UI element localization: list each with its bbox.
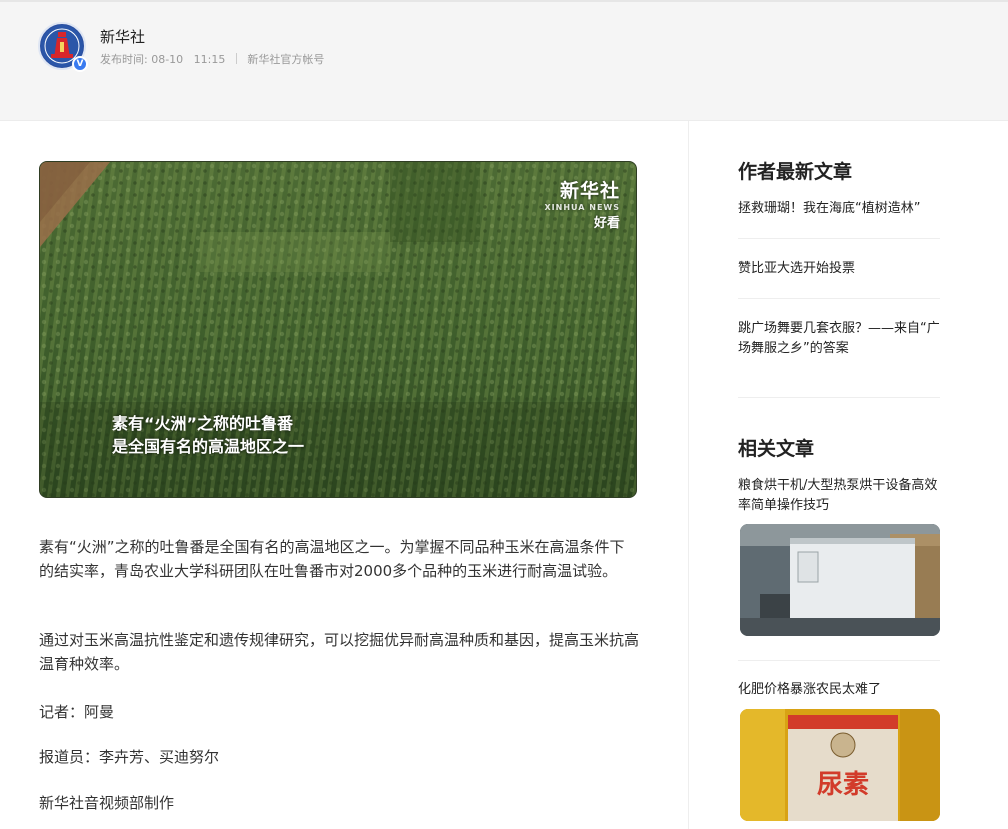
- latest-article-link[interactable]: 拯救珊瑚！我在海底“植树造林”: [738, 199, 940, 219]
- bag-label: 尿素: [817, 770, 869, 800]
- divider: [738, 397, 940, 398]
- author-header: V 新华社 发布时间: 08-10 11:15 新华社官方帐号: [0, 0, 1008, 121]
- divider: [738, 660, 940, 661]
- account-label: 新华社官方帐号: [247, 53, 325, 66]
- publish-time: 11:15: [193, 53, 226, 66]
- article-paragraph: 素有“火洲”之称的吐鲁番是全国有名的高温地区之一。为掌握不同品种玉米在高温条件下…: [39, 538, 625, 580]
- column-divider: [688, 121, 689, 829]
- related-article-thumbnail[interactable]: 尿素: [740, 709, 940, 821]
- divider: [738, 238, 940, 239]
- meta-divider: [235, 53, 237, 64]
- related-article-link[interactable]: 化肥价格暴涨农民太难了: [738, 680, 940, 700]
- dryer-machine-image: [740, 524, 940, 636]
- watermark-sub: XINHUA NEWS: [544, 203, 620, 212]
- xinhua-watermark: 新华社 XINHUA NEWS 好看: [544, 176, 620, 231]
- correspondent-credit: 报道员：李卉芳、买迪努尔: [39, 748, 220, 766]
- caption-line-1: 素有“火洲”之称的吐鲁番: [112, 414, 294, 433]
- latest-article-link[interactable]: 跳广场舞要几套衣服？——来自“广场舞服之乡”的答案: [738, 319, 940, 359]
- divider: [738, 298, 940, 299]
- watermark-tag: 好看: [593, 216, 620, 231]
- post-meta: 发布时间: 08-10 11:15 新华社官方帐号: [100, 51, 324, 67]
- publish-date: 发布时间: 08-10: [100, 53, 184, 66]
- reporter-credit: 记者：阿曼: [39, 703, 115, 721]
- latest-articles-heading: 作者最新文章: [738, 161, 853, 183]
- caption-line-2: 是全国有名的高温地区之一: [112, 437, 305, 456]
- related-article-link[interactable]: 粮食烘干机/大型热泵烘干设备高效率简单操作技巧: [738, 476, 940, 516]
- verified-badge-icon: V: [72, 56, 88, 72]
- related-articles-heading: 相关文章: [738, 438, 815, 460]
- article-video-frame[interactable]: 新华社 XINHUA NEWS 好看 素有“火洲”之称的吐鲁番 是全国有名的高温…: [39, 161, 637, 498]
- related-article-thumbnail[interactable]: [740, 524, 940, 636]
- author-name[interactable]: 新华社: [100, 26, 145, 47]
- watermark-main: 新华社: [559, 180, 620, 202]
- video-caption: 素有“火洲”之称的吐鲁番 是全国有名的高温地区之一: [112, 412, 304, 458]
- latest-article-link[interactable]: 赞比亚大选开始投票: [738, 259, 940, 279]
- article-paragraph: 通过对玉米高温抗性鉴定和遗传规律研究，可以挖掘优异耐高温种质和基因，提高玉米抗高…: [39, 631, 640, 673]
- fertilizer-bag-image: 尿素: [740, 709, 940, 821]
- production-credit: 新华社音视频部制作: [39, 794, 175, 812]
